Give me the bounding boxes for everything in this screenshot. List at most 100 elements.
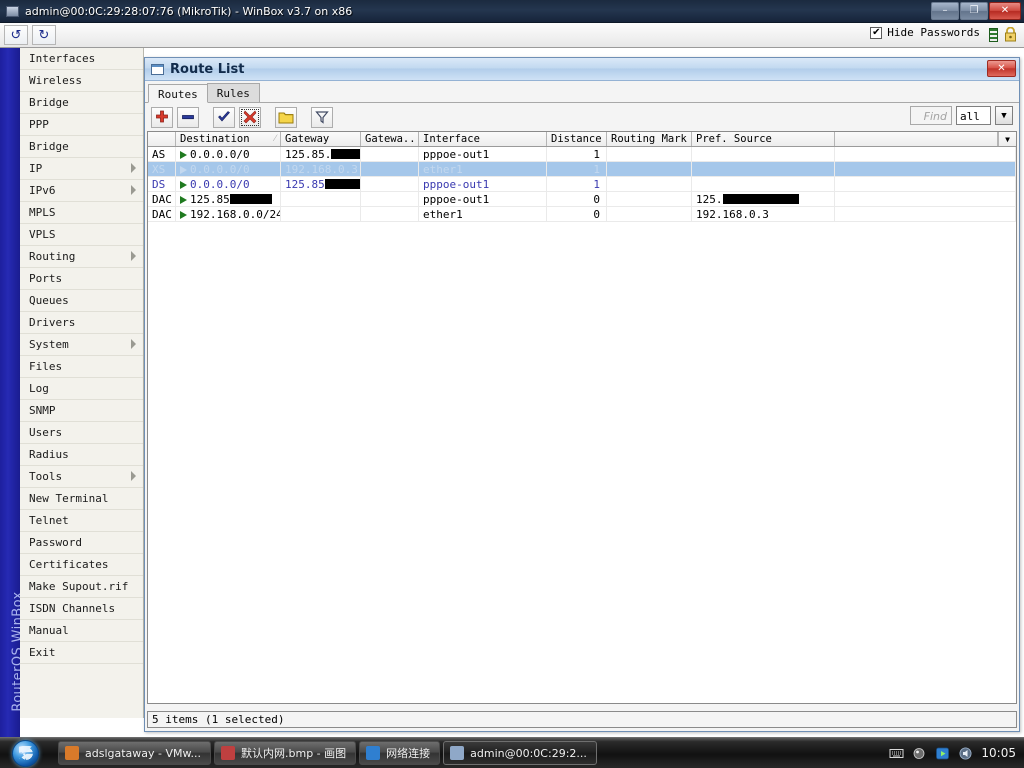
table-row[interactable]: AS 0.0.0.0/0 125.85. pppoe-out1 1 [148, 147, 1016, 162]
column-header-distance[interactable]: Distance [547, 132, 607, 146]
cell-pref-source [692, 177, 835, 191]
menu-item-wireless[interactable]: Wireless [20, 70, 143, 92]
comment-button[interactable] [275, 106, 297, 128]
menu-item-interfaces[interactable]: Interfaces [20, 48, 143, 70]
cell-spacer [835, 207, 1016, 221]
cross-icon [243, 110, 257, 124]
minimize-button[interactable]: – [931, 2, 959, 20]
menu-item-ip[interactable]: IP [20, 158, 143, 180]
menu-item-label: MPLS [29, 206, 56, 219]
menu-item-queues[interactable]: Queues [20, 290, 143, 312]
table-row[interactable]: DAC 192.168.0.0/24 ether1 0 192.168.0.3 [148, 207, 1016, 222]
hide-passwords-toggle[interactable]: ✔ Hide Passwords [870, 26, 980, 39]
find-input[interactable]: Find [910, 106, 952, 125]
menu-item-ppp[interactable]: PPP [20, 114, 143, 136]
routeros-rail: RouterOS WinBox [0, 48, 26, 737]
enable-route-button[interactable] [213, 106, 235, 128]
menu-item-snmp[interactable]: SNMP [20, 400, 143, 422]
menu-item-files[interactable]: Files [20, 356, 143, 378]
menu-item-routing[interactable]: Routing [20, 246, 143, 268]
menu-item-ipv6[interactable]: IPv6 [20, 180, 143, 202]
cell-gateway [281, 207, 361, 221]
table-row[interactable]: DS 0.0.0.0/0 125.85 pppoe-out1 1 [148, 177, 1016, 192]
cell-destination-text: 192.168.0.0/24 [190, 208, 281, 221]
menu-item-ports[interactable]: Ports [20, 268, 143, 290]
menu-item-telnet[interactable]: Telnet [20, 510, 143, 532]
keyboard-layout-icon[interactable] [889, 746, 904, 761]
menu-item-label: Bridge [29, 140, 69, 153]
media-player-icon[interactable] [935, 746, 950, 761]
menu-item-label: Users [29, 426, 63, 439]
tab-rules[interactable]: Rules [206, 83, 260, 102]
column-menu-button[interactable]: ▼ [998, 132, 1016, 146]
filter-button[interactable] [311, 106, 333, 128]
menu-item-new-terminal[interactable]: New Terminal [20, 488, 143, 510]
menu-item-label: ISDN Channels [29, 602, 116, 615]
route-list-close-button[interactable]: ✕ [987, 60, 1016, 77]
column-header-gateway[interactable]: Gateway [281, 132, 361, 146]
folder-icon [278, 112, 294, 123]
menu-item-users[interactable]: Users [20, 422, 143, 444]
menu-item-tools[interactable]: Tools [20, 466, 143, 488]
cell-gateway-text: 125.85. [285, 148, 332, 161]
column-header-flags[interactable] [148, 132, 176, 146]
tab-routes[interactable]: Routes [148, 84, 208, 103]
hide-passwords-checkbox[interactable]: ✔ [870, 26, 883, 39]
menu-item-exit[interactable]: Exit [20, 642, 143, 664]
column-header-pref_source[interactable]: Pref. Source [692, 132, 835, 146]
filter-scope-dropdown[interactable]: ▼ [995, 106, 1013, 125]
taskbar-item[interactable]: 默认内网.bmp - 画图 [214, 741, 357, 765]
maximize-button[interactable]: ❐ [960, 2, 988, 20]
close-button[interactable]: ✕ [989, 2, 1021, 20]
cell-flags-text: AS [152, 148, 166, 161]
menu-item-bridge[interactable]: Bridge [20, 136, 143, 158]
redo-button[interactable]: ↻ [32, 25, 56, 45]
column-header-routing_mark[interactable]: Routing Mark [607, 132, 692, 146]
menu-item-make-supout-rif[interactable]: Make Supout.rif [20, 576, 143, 598]
signal-bars-icon [989, 28, 998, 42]
menu-item-manual[interactable]: Manual [20, 620, 143, 642]
disable-route-button[interactable] [239, 106, 261, 128]
taskbar-item[interactable]: admin@00:0C:29:2... [443, 741, 597, 765]
taskbar-clock[interactable]: 10:05 [981, 746, 1016, 760]
antivirus-shield-icon[interactable] [912, 746, 927, 761]
menu-item-log[interactable]: Log [20, 378, 143, 400]
cell-interface: pppoe-out1 [419, 192, 547, 206]
column-header-destination[interactable]: Destination ⁄ [176, 132, 281, 146]
cell-distance-text: 1 [593, 163, 600, 176]
taskbar-item-label: 默认内网.bmp - 画图 [241, 747, 347, 760]
table-row[interactable]: DAC 125.85 pppoe-out1 0 125. [148, 192, 1016, 207]
add-route-button[interactable] [151, 106, 173, 128]
menu-item-vpls[interactable]: VPLS [20, 224, 143, 246]
route-list-window: Route List ✕ Routes Rules Find all ▼ Des… [144, 57, 1020, 732]
column-header-gateway_status[interactable]: Gatewa... [361, 132, 419, 146]
cell-pref-source [692, 147, 835, 161]
menu-item-isdn-channels[interactable]: ISDN Channels [20, 598, 143, 620]
menu-item-drivers[interactable]: Drivers [20, 312, 143, 334]
column-header-interface[interactable]: Interface [419, 132, 547, 146]
menu-item-bridge[interactable]: Bridge [20, 92, 143, 114]
menu-item-password[interactable]: Password [20, 532, 143, 554]
volume-icon[interactable] [958, 746, 973, 761]
menu-item-radius[interactable]: Radius [20, 444, 143, 466]
menu-item-system[interactable]: System [20, 334, 143, 356]
menu-item-label: Manual [29, 624, 69, 637]
cell-flags-text: XS [152, 163, 166, 176]
taskbar-item[interactable]: 网络连接 [359, 741, 441, 765]
undo-button[interactable]: ↺ [4, 25, 28, 45]
taskbar-item[interactable]: adslgataway - VMw... [58, 741, 211, 765]
winbox-app: admin@00:0C:29:28:07:76 (MikroTik) - Win… [0, 0, 1024, 768]
system-tray: 10:05 [889, 746, 1024, 761]
route-active-flag-icon [180, 151, 187, 159]
menu-item-mpls[interactable]: MPLS [20, 202, 143, 224]
cell-pref-source [692, 162, 835, 176]
table-row[interactable]: XS 0.0.0.0/0 192.168.0.3 ether1 1 [148, 162, 1016, 177]
route-active-flag-icon [180, 166, 187, 174]
remove-route-button[interactable] [177, 106, 199, 128]
filter-scope-value[interactable]: all [956, 106, 991, 125]
window-title: admin@00:0C:29:28:07:76 (MikroTik) - Win… [25, 4, 353, 18]
start-button[interactable] [2, 739, 48, 767]
sort-ascending-icon: ⁄ [274, 134, 276, 144]
menu-item-certificates[interactable]: Certificates [20, 554, 143, 576]
hide-passwords-label: Hide Passwords [887, 26, 980, 39]
